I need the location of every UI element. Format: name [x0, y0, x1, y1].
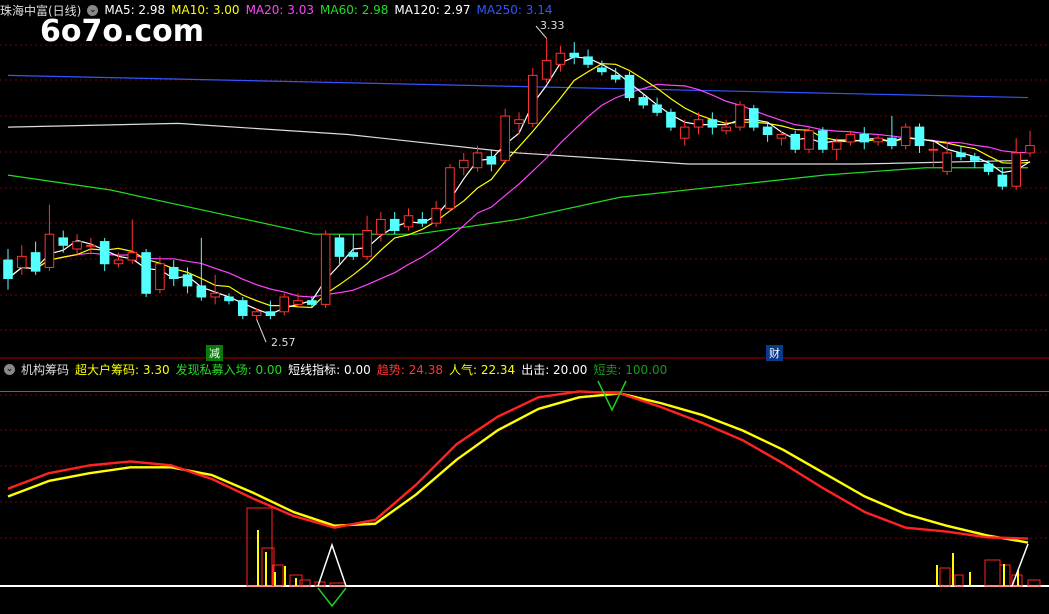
candle-body: [597, 67, 607, 73]
candle-body: [735, 104, 745, 128]
candle-body: [969, 156, 980, 161]
candle-body: [182, 274, 193, 287]
candle-body: [293, 300, 303, 305]
candle-body: [500, 115, 510, 161]
low-pointer: [256, 318, 267, 343]
candle-body: [196, 285, 207, 298]
volume-box-7: [939, 567, 951, 587]
candle-body: [887, 137, 897, 147]
candle-body: [99, 241, 110, 265]
candle-body: [528, 74, 538, 124]
candle-body: [679, 126, 690, 139]
candle-body: [113, 259, 124, 265]
candle-body: [693, 119, 704, 128]
volume-box-0: [246, 507, 273, 587]
candle-body: [251, 311, 262, 316]
event-marker-right[interactable]: 财: [766, 345, 783, 361]
candle-body: [279, 296, 289, 313]
buy-signal-triangle: [317, 542, 347, 587]
candle-body: [486, 156, 497, 165]
ma60-line: [7, 167, 1028, 235]
candle-body: [155, 263, 165, 291]
candle-body: [666, 111, 676, 128]
candle-body: [224, 296, 234, 302]
candle-body: [445, 167, 455, 209]
ma120-line: [7, 122, 1029, 165]
candle-body: [127, 252, 138, 261]
candle-body: [265, 311, 276, 316]
candle-body: [334, 237, 345, 257]
candle-body: [3, 259, 13, 280]
popularity-line: [7, 392, 1029, 544]
candle-body: [804, 130, 814, 150]
candle-body: [320, 233, 331, 305]
candle-body: [362, 230, 372, 257]
candle-body: [389, 218, 400, 232]
candle-body: [458, 159, 469, 169]
candle-body: [914, 126, 925, 147]
candle-body: [583, 56, 593, 65]
ma250-line: [7, 74, 1029, 99]
candle-body: [873, 137, 883, 143]
candle-body: [58, 237, 69, 246]
volume-box-8: [954, 574, 964, 587]
candle-body: [555, 52, 566, 65]
candle-body: [86, 244, 96, 247]
candle-body: [403, 215, 414, 228]
candle-body: [610, 74, 621, 80]
candle-body: [818, 130, 828, 150]
candle-body: [790, 133, 800, 150]
candle-body: [831, 141, 842, 150]
candle-body: [942, 152, 952, 172]
candle-body: [514, 119, 524, 124]
low-price-label: 2.57: [271, 336, 296, 349]
candle-body: [845, 133, 856, 143]
candle-body: [569, 52, 580, 58]
candle-body: [776, 133, 787, 139]
candle-body: [17, 255, 27, 268]
high-price-label: 3.33: [540, 19, 565, 32]
trend-line: [7, 390, 1029, 540]
candle-body: [956, 152, 966, 158]
candle-body: [983, 163, 994, 172]
candle-body: [652, 104, 662, 113]
candle-body: [762, 126, 773, 135]
candle-body: [141, 252, 151, 294]
candle-body: [168, 266, 179, 280]
candle-body: [997, 174, 1008, 187]
volume-box-9: [984, 559, 1001, 587]
candle-body: [238, 300, 248, 316]
candle-body: [928, 148, 939, 151]
candle-body: [307, 300, 317, 305]
candle-body: [348, 252, 359, 257]
entry-signal-triangle: [317, 587, 347, 608]
candle-body: [210, 292, 220, 298]
candle-body: [721, 126, 731, 132]
candle-body: [30, 252, 41, 272]
candle-body: [638, 97, 649, 106]
candle-body: [624, 74, 635, 99]
candle-body: [44, 233, 55, 268]
latest-signal-line: [1011, 543, 1029, 587]
candle-body: [707, 119, 718, 128]
event-marker-left[interactable]: 减: [206, 345, 223, 361]
candle-body: [417, 218, 428, 224]
candle-body: [376, 218, 386, 235]
candle-body: [72, 241, 82, 250]
volume-box-6: [329, 582, 346, 587]
candle-body: [431, 207, 441, 224]
candle-body: [1011, 152, 1021, 187]
chart-canvas[interactable]: [0, 0, 1049, 614]
candle-body: [859, 133, 870, 143]
candle-body: [749, 108, 759, 128]
candle-body: [900, 126, 911, 147]
candle-body: [541, 60, 552, 80]
candle-body: [472, 152, 483, 169]
candle-body: [1025, 145, 1035, 154]
